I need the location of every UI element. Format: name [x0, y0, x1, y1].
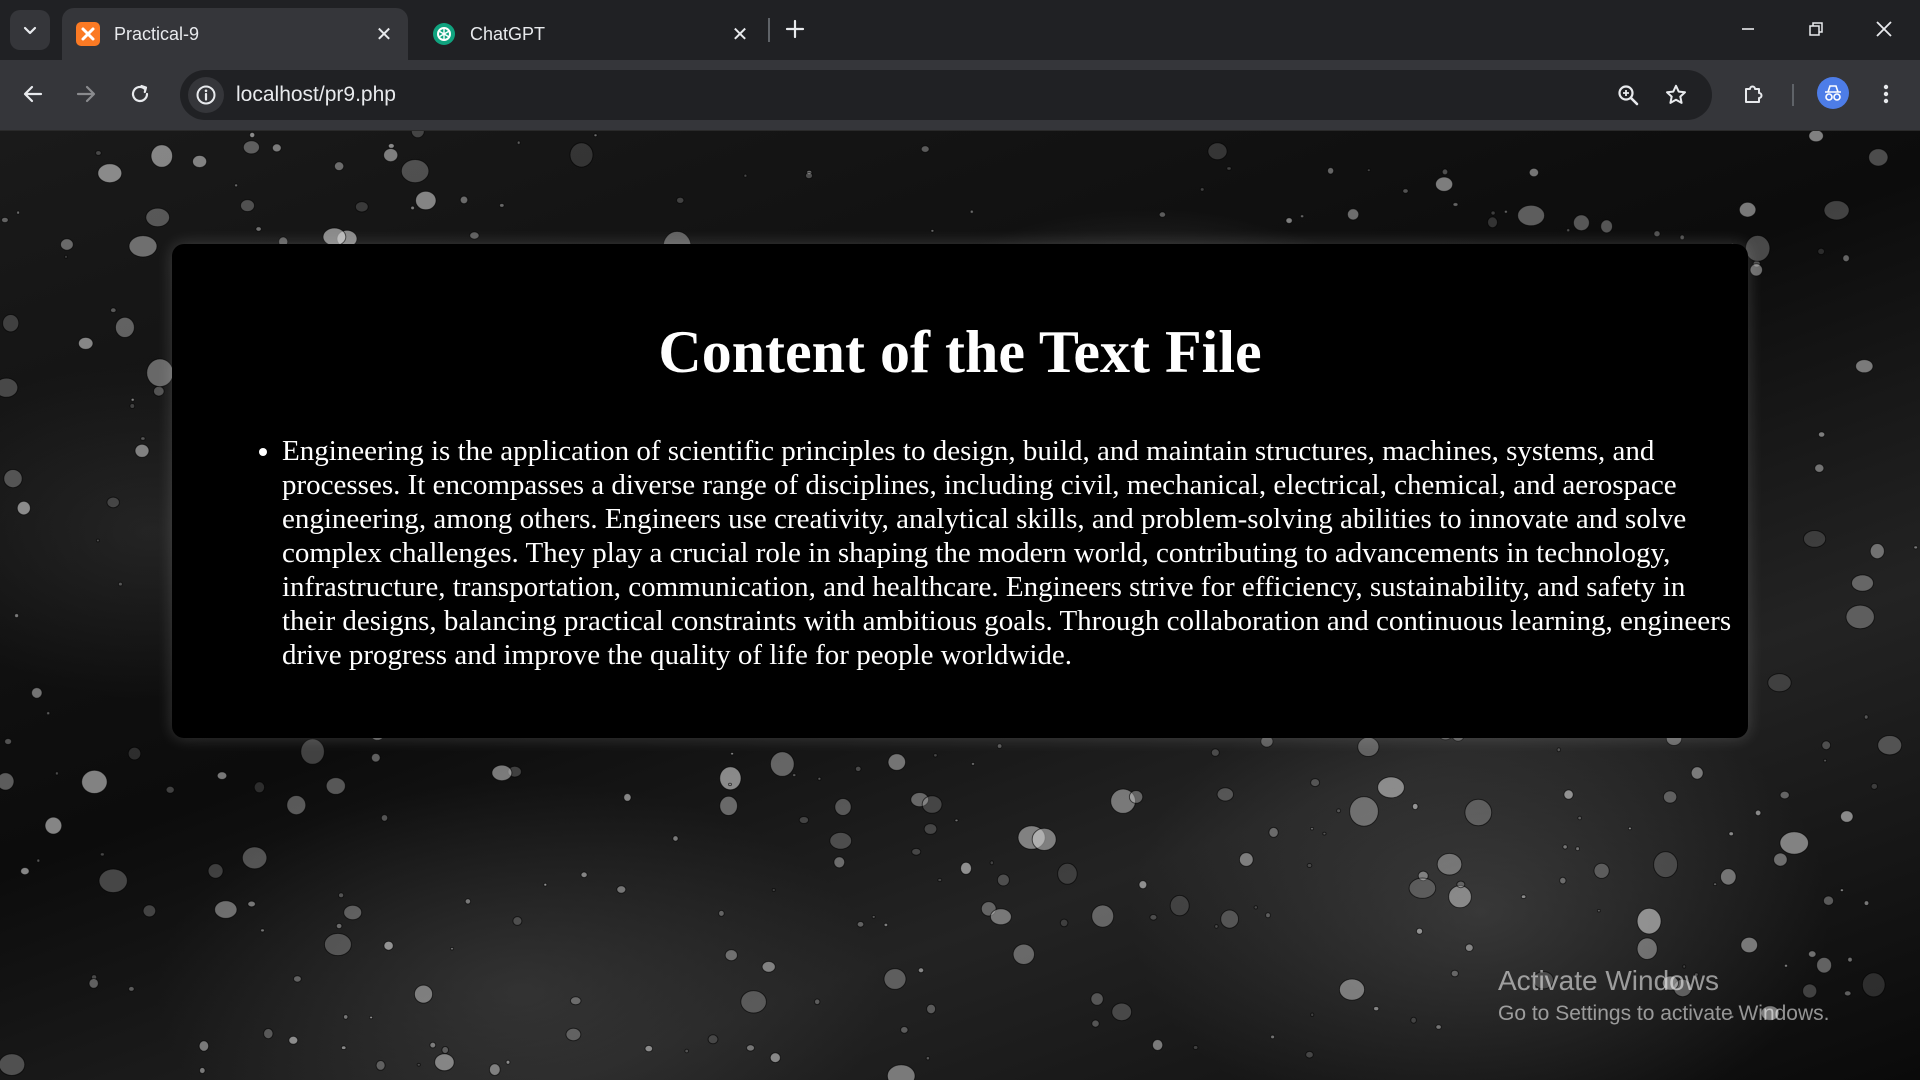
- close-tab-icon[interactable]: ✕: [372, 22, 396, 46]
- page-viewport: Content of the Text File Engineering is …: [0, 131, 1920, 1080]
- arrow-left-icon: [23, 85, 43, 103]
- tab-search-button[interactable]: [10, 10, 50, 50]
- address-bar[interactable]: localhost/pr9.php: [180, 70, 1712, 120]
- minimize-button[interactable]: [1714, 0, 1782, 58]
- extensions-button[interactable]: [1733, 74, 1773, 114]
- menu-button[interactable]: [1866, 74, 1906, 114]
- back-button[interactable]: [13, 74, 53, 114]
- zoom-icon: [1618, 85, 1639, 106]
- minimize-icon: [1742, 28, 1754, 30]
- restore-button[interactable]: [1782, 0, 1850, 58]
- url-text[interactable]: localhost/pr9.php: [236, 83, 396, 107]
- close-window-button[interactable]: [1850, 0, 1918, 58]
- watermark-title: Activate Windows: [1498, 965, 1719, 996]
- star-icon: [1666, 84, 1686, 104]
- site-info-button[interactable]: [188, 77, 224, 113]
- page-title: Content of the Text File: [658, 319, 1262, 385]
- more-vert-icon: [1883, 84, 1889, 104]
- windows-activation-watermark: Activate Windows Go to Settings to activ…: [1498, 963, 1830, 1029]
- zoom-button[interactable]: [1610, 77, 1646, 113]
- plus-icon: [785, 19, 805, 39]
- list-item: Engineering is the application of scient…: [282, 434, 1742, 672]
- tab-strip: Practical-9 ✕ ChatGPT ✕: [0, 0, 1920, 60]
- tab-title: ChatGPT: [470, 23, 546, 44]
- chatgpt-icon: [432, 22, 456, 46]
- tab-practical-9[interactable]: Practical-9 ✕: [62, 8, 408, 60]
- new-tab-button[interactable]: [778, 12, 812, 46]
- forward-button[interactable]: [66, 74, 106, 114]
- puzzle-icon: [1745, 85, 1763, 103]
- restore-icon: [1809, 22, 1823, 36]
- content-card: Content of the Text File Engineering is …: [172, 244, 1748, 738]
- profile-avatar[interactable]: [1817, 77, 1849, 109]
- close-tab-icon[interactable]: ✕: [728, 22, 752, 46]
- watermark-subtitle: Go to Settings to activate Windows.: [1498, 1002, 1830, 1025]
- xampp-icon: [76, 22, 100, 46]
- reload-icon: [131, 84, 149, 103]
- tab-separator: [768, 18, 770, 42]
- tab-chatgpt[interactable]: ChatGPT ✕: [418, 8, 764, 60]
- reload-button[interactable]: [120, 74, 160, 114]
- info-icon: [196, 85, 216, 105]
- chevron-down-icon: [23, 26, 37, 35]
- arrow-right-icon: [76, 85, 96, 103]
- tab-title: Practical-9: [114, 23, 200, 44]
- content-list: Engineering is the application of scient…: [240, 434, 1742, 672]
- browser-toolbar: localhost/pr9.php: [0, 60, 1920, 131]
- bookmark-button[interactable]: [1658, 77, 1694, 113]
- close-icon: [1876, 21, 1892, 37]
- incognito-profile-icon: [1825, 85, 1841, 101]
- toolbar-divider: [1792, 84, 1794, 106]
